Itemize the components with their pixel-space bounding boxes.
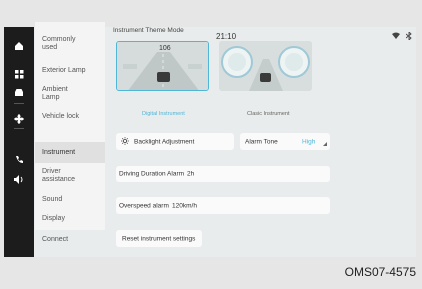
alarm-tone-select[interactable]: Alarm Tone High bbox=[240, 133, 330, 150]
digital-speed-readout: 106 bbox=[159, 45, 171, 52]
classic-dashboard-thumbnail bbox=[219, 41, 312, 91]
menu-item-driver-assistance[interactable]: Driver assistance bbox=[35, 168, 105, 184]
reset-instrument-settings-button[interactable]: Reset instrument settings bbox=[116, 230, 202, 247]
volume-icon[interactable] bbox=[13, 173, 25, 185]
menu-item-exterior-lamp[interactable]: Exterior Lamp bbox=[35, 67, 105, 75]
car-icon[interactable] bbox=[13, 86, 25, 98]
menu-item-label: Exterior Lamp bbox=[42, 67, 86, 74]
menu-item-connect[interactable]: Connect bbox=[35, 236, 105, 244]
driving-alarm-value: 2h bbox=[187, 170, 195, 178]
menu-item-label: Sound bbox=[42, 196, 63, 203]
bluetooth-icon bbox=[405, 30, 412, 42]
section-title: Instrument Theme Mode bbox=[113, 27, 184, 34]
sun-icon bbox=[121, 136, 129, 147]
menu-item-label: Instrument bbox=[42, 149, 76, 156]
theme-caption-digital: Digital Instrument bbox=[142, 111, 185, 117]
figure-code: OMS07-4575 bbox=[344, 265, 416, 279]
dropdown-corner-icon bbox=[323, 141, 327, 148]
menu-item-vehicle-lock[interactable]: Vehicle lock bbox=[35, 113, 105, 121]
menu-item-label: Vehicle lock bbox=[42, 113, 79, 120]
theme-classic-instrument[interactable] bbox=[219, 41, 312, 91]
menu-item-label: Connect bbox=[42, 236, 69, 243]
menu-item-display[interactable]: Display bbox=[35, 215, 105, 223]
overspeed-value: 120km/h bbox=[172, 202, 197, 209]
apps-icon[interactable] bbox=[13, 68, 25, 80]
fan-icon[interactable] bbox=[13, 113, 25, 125]
menu-item-instrument[interactable]: Instrument bbox=[35, 142, 105, 163]
backlight-label: Backlight Adjustment bbox=[134, 138, 195, 145]
menu-item-label: Display bbox=[42, 215, 65, 222]
left-rail bbox=[4, 27, 34, 257]
rail-divider bbox=[14, 128, 24, 129]
reset-label: Reset instrument settings bbox=[122, 235, 196, 242]
home-icon[interactable] bbox=[13, 40, 25, 52]
clock: 21:10 bbox=[216, 32, 237, 41]
theme-digital-instrument[interactable]: 106 bbox=[116, 41, 209, 91]
backlight-adjustment-button[interactable]: Backlight Adjustment bbox=[116, 133, 234, 150]
menu-item-ambient-lamp[interactable]: Ambient Lamp bbox=[35, 86, 105, 102]
alarm-tone-label: Alarm Tone bbox=[245, 138, 278, 145]
overspeed-alarm-setting[interactable]: Overspeed alarm 120km/h bbox=[116, 197, 330, 214]
alarm-tone-value: High bbox=[302, 138, 316, 145]
overspeed-label: Overspeed alarm bbox=[119, 202, 169, 209]
menu-item-sound[interactable]: Sound bbox=[35, 196, 105, 204]
driving-duration-alarm-setting[interactable]: Driving Duration Alarm 2h bbox=[116, 166, 330, 182]
menu-item-commonly-used[interactable]: Commonly used bbox=[35, 36, 105, 52]
menu-item-label: Driver assistance bbox=[42, 168, 76, 183]
menu-item-label: Ambient Lamp bbox=[42, 86, 68, 101]
settings-menu: Commonly used Exterior Lamp Ambient Lamp… bbox=[35, 22, 105, 243]
theme-caption-classic: Clasic Instrument bbox=[247, 111, 290, 117]
wifi-icon bbox=[392, 32, 400, 41]
menu-item-label: Commonly used bbox=[42, 36, 76, 51]
phone-icon[interactable] bbox=[13, 153, 25, 165]
driving-alarm-label: Driving Duration Alarm bbox=[119, 170, 185, 178]
rail-divider bbox=[14, 103, 24, 104]
